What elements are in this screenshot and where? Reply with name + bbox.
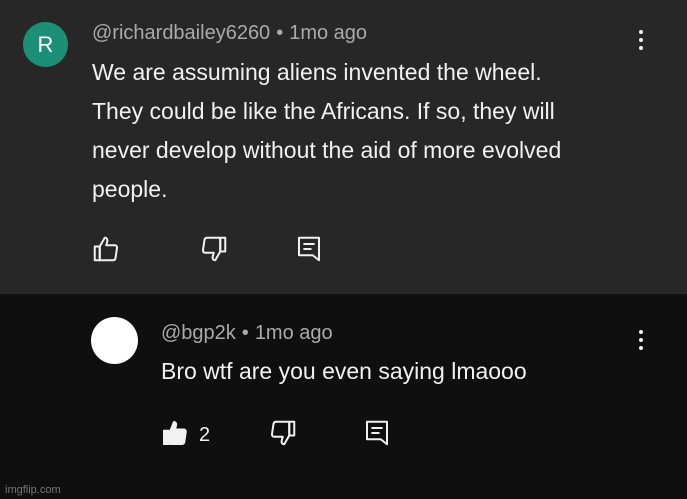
- meta-separator: •: [241, 322, 249, 344]
- author-name[interactable]: @richardbailey6260: [92, 22, 270, 44]
- author-name[interactable]: @bgp2k: [161, 322, 236, 344]
- thumbs-up-icon: [93, 236, 119, 262]
- comment-line: people.: [92, 176, 168, 202]
- more-vert-icon[interactable]: [631, 325, 651, 355]
- reply-icon: [298, 236, 320, 262]
- dislike-button[interactable]: [266, 416, 300, 450]
- avatar-letter: R: [37, 31, 54, 57]
- reply-button[interactable]: [360, 416, 394, 450]
- like-button[interactable]: [89, 232, 123, 266]
- like-button[interactable]: [158, 416, 192, 450]
- comment-thread-top: R @richardbailey6260 • 1mo ago We are assu…: [0, 0, 687, 294]
- timestamp[interactable]: 1mo ago: [255, 322, 333, 344]
- thumbs-up-icon: [163, 421, 187, 445]
- comment-text: We are assuming aliens invented the whee…: [92, 53, 561, 209]
- comment-meta: @richardbailey6260 • 1mo ago: [92, 22, 367, 45]
- reply-icon: [366, 420, 388, 446]
- reply-text: Bro wtf are you even saying lmaooo: [161, 358, 527, 384]
- dislike-button[interactable]: [197, 232, 231, 266]
- meta-separator: •: [276, 22, 284, 44]
- comment-line: We are assuming aliens invented the whee…: [92, 59, 542, 85]
- watermark: imgflip.com: [5, 484, 61, 496]
- thumbs-down-icon: [270, 420, 296, 446]
- timestamp[interactable]: 1mo ago: [289, 22, 367, 44]
- avatar[interactable]: [91, 317, 138, 364]
- comment-line: never develop without the aid of more ev…: [92, 137, 562, 163]
- comment-line: They could be like the Africans. If so, …: [92, 98, 555, 124]
- avatar[interactable]: R: [23, 22, 68, 67]
- more-vert-icon[interactable]: [631, 25, 651, 55]
- reply-meta: @bgp2k • 1mo ago: [161, 322, 333, 345]
- thumbs-down-icon: [201, 236, 227, 262]
- like-count: 2: [199, 424, 211, 446]
- reply-button[interactable]: [292, 232, 326, 266]
